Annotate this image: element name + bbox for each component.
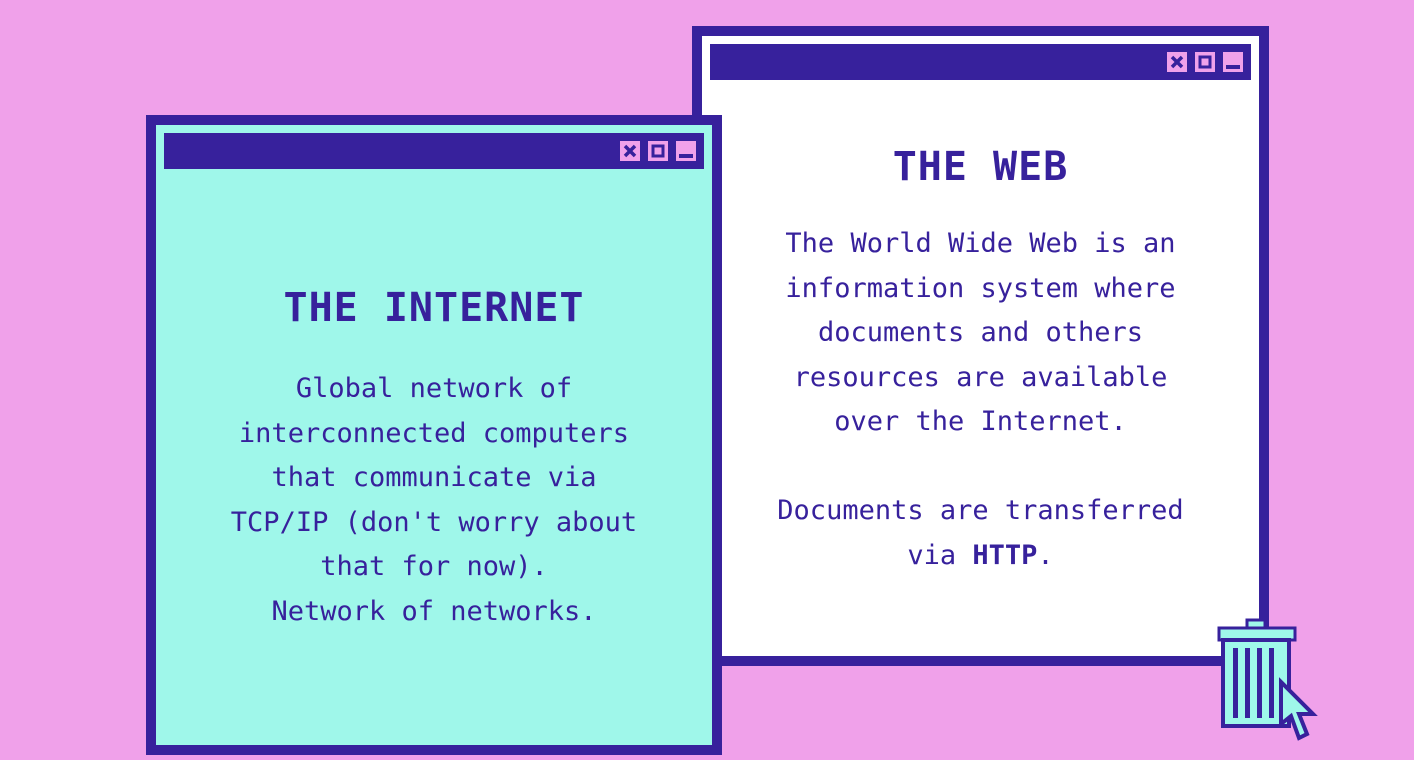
maximize-icon[interactable] bbox=[648, 141, 668, 161]
web-transfer-note: Documents are transferred via HTTP. bbox=[702, 489, 1259, 578]
close-icon[interactable] bbox=[620, 141, 640, 161]
cursor-arrow-icon bbox=[1279, 677, 1318, 741]
web-description: The World Wide Web is an information sys… bbox=[785, 228, 1176, 437]
maximize-icon[interactable] bbox=[1195, 52, 1215, 72]
internet-window[interactable]: THE INTERNET Global network of interconn… bbox=[146, 115, 722, 755]
minimize-icon[interactable] bbox=[1223, 52, 1243, 72]
transfer-note-suffix: . bbox=[1037, 539, 1054, 571]
internet-title: THE INTERNET bbox=[283, 285, 585, 331]
http-label: HTTP bbox=[972, 539, 1038, 571]
internet-window-titlebar[interactable] bbox=[164, 133, 704, 169]
minimize-icon[interactable] bbox=[676, 141, 696, 161]
web-window[interactable]: THE WEB The World Wide Web is an informa… bbox=[692, 26, 1269, 666]
trash-can-icon[interactable] bbox=[1215, 618, 1320, 748]
internet-description: Global network of interconnected compute… bbox=[230, 373, 638, 627]
web-window-titlebar[interactable] bbox=[710, 44, 1251, 80]
web-title: THE WEB bbox=[892, 144, 1069, 190]
close-icon[interactable] bbox=[1167, 52, 1187, 72]
